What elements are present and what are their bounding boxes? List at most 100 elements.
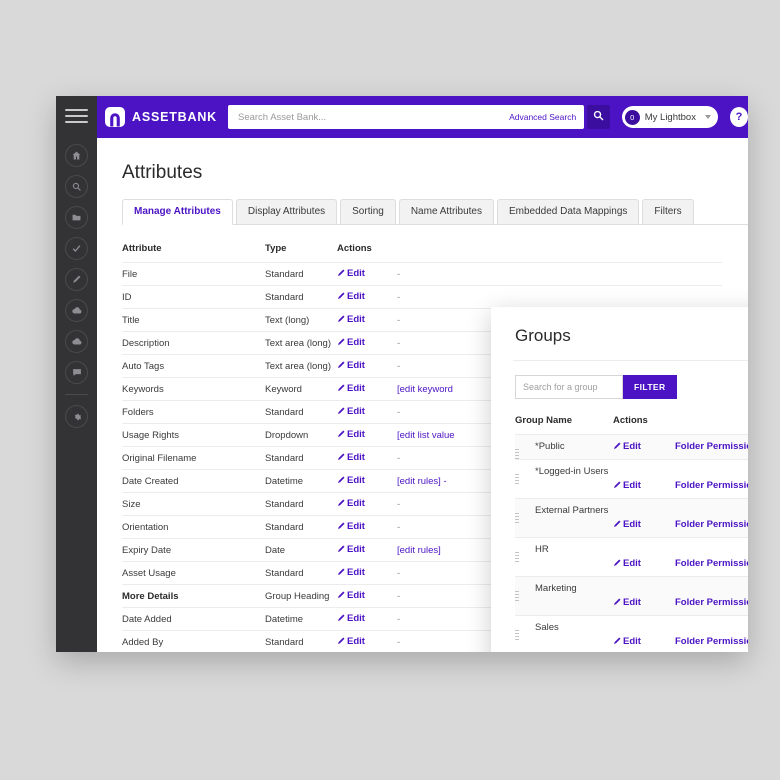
drag-handle-icon[interactable]: [515, 513, 519, 526]
edit-link[interactable]: Edit: [347, 268, 365, 279]
attribute-name: Date Created: [122, 469, 265, 493]
brand-name: ASSETBANK: [132, 110, 217, 124]
folder-permissions-link[interactable]: Folder Permissions: [675, 480, 748, 491]
drag-handle-icon[interactable]: [515, 552, 519, 565]
edit-link[interactable]: Edit: [347, 314, 365, 325]
search-submit-button[interactable]: [587, 105, 610, 129]
edit-link[interactable]: Edit: [347, 337, 365, 348]
edit-action[interactable]: Edit: [337, 262, 397, 286]
drag-handle-icon[interactable]: [515, 591, 519, 604]
groups-modal-title: Groups: [515, 326, 571, 345]
sidebar-item-search[interactable]: [56, 171, 97, 202]
sidebar-item-downloads[interactable]: [56, 295, 97, 326]
edit-action[interactable]: Edit: [337, 331, 397, 355]
sidebar-item-edit[interactable]: [56, 264, 97, 295]
edit-action[interactable]: Edit: [337, 584, 397, 608]
edit-action[interactable]: Edit: [337, 400, 397, 424]
edit-link[interactable]: Edit: [347, 636, 365, 647]
edit-link[interactable]: Edit: [347, 613, 365, 624]
edit-action[interactable]: Edit: [337, 515, 397, 539]
edit-link[interactable]: Edit: [347, 360, 365, 371]
group-edit-action[interactable]: Edit: [613, 480, 675, 492]
drag-handle-icon[interactable]: [515, 474, 519, 487]
group-edit-action[interactable]: Edit: [613, 558, 675, 570]
group-row: External PartnersEditFolder PermissionsA…: [515, 498, 748, 538]
folder-permissions-link[interactable]: Folder Permissions: [675, 636, 748, 647]
sidebar-item-folders[interactable]: [56, 202, 97, 233]
attribute-type: Standard: [265, 630, 337, 652]
edit-link[interactable]: Edit: [347, 291, 365, 302]
edit-action[interactable]: Edit: [337, 469, 397, 493]
edit-action[interactable]: Edit: [337, 561, 397, 585]
pencil-icon: [613, 559, 621, 570]
edit-link[interactable]: Edit: [347, 406, 365, 417]
chat-icon: [65, 361, 88, 384]
group-row: *PublicEditFolder PermissionsAtt: [515, 434, 748, 460]
tab-embedded-data-mappings[interactable]: Embedded Data Mappings: [496, 199, 640, 224]
folder-permissions-link[interactable]: Folder Permissions: [675, 519, 748, 530]
help-button[interactable]: ?: [729, 107, 748, 127]
sidebar-item-uploads[interactable]: [56, 326, 97, 357]
browser-window: ASSETBANK Advanced Search 0 My Lightbox …: [56, 96, 748, 652]
group-edit-action[interactable]: Edit: [613, 441, 675, 453]
group-edit-action[interactable]: Edit: [613, 519, 675, 531]
group-search-input[interactable]: [515, 375, 623, 399]
edit-action[interactable]: Edit: [337, 607, 397, 631]
pencil-icon: [613, 637, 621, 648]
advanced-search-link[interactable]: Advanced Search: [509, 112, 576, 122]
search-icon: [65, 175, 88, 198]
pencil-icon: [337, 568, 345, 579]
edit-action[interactable]: Edit: [337, 377, 397, 401]
edit-action[interactable]: Edit: [337, 423, 397, 447]
edit-link[interactable]: Edit: [347, 544, 365, 555]
folder-permissions-link[interactable]: Folder Permissions: [675, 597, 748, 608]
hamburger-icon[interactable]: [65, 109, 88, 123]
edit-action[interactable]: Edit: [337, 308, 397, 332]
group-row: HREditFolder PermissionsAttAss: [515, 537, 748, 577]
filter-button[interactable]: FILTER: [623, 375, 677, 399]
edit-action[interactable]: Edit: [337, 285, 397, 309]
tab-sorting[interactable]: Sorting: [340, 199, 396, 224]
edit-link[interactable]: Edit: [347, 498, 365, 509]
edit-action[interactable]: Edit: [337, 630, 397, 652]
group-edit-action[interactable]: Edit: [613, 636, 675, 648]
tab-filters[interactable]: Filters: [642, 199, 694, 224]
pencil-icon: [613, 520, 621, 531]
edit-action[interactable]: Edit: [337, 354, 397, 378]
table-row: File Standard Edit -: [122, 262, 722, 286]
column-header-group-name: Group Name: [515, 415, 573, 426]
search-input[interactable]: [235, 110, 540, 124]
group-name: HR: [515, 537, 613, 577]
edit-action[interactable]: Edit: [337, 492, 397, 516]
sidebar-item-approvals[interactable]: [56, 233, 97, 264]
edit-action[interactable]: Edit: [337, 538, 397, 562]
edit-link[interactable]: Edit: [347, 590, 365, 601]
sidebar-item-messages[interactable]: [56, 357, 97, 388]
folder-permissions-link[interactable]: Folder Permissions: [675, 441, 748, 452]
edit-link[interactable]: Edit: [347, 383, 365, 394]
chevron-down-icon: [704, 115, 711, 119]
edit-link[interactable]: Edit: [347, 452, 365, 463]
table-row: ID Standard Edit -: [122, 285, 722, 309]
attribute-type: Text area (long): [265, 331, 337, 355]
sidebar-item-home[interactable]: [56, 140, 97, 171]
sidebar-item-settings[interactable]: [56, 401, 97, 432]
tab-manage-attributes[interactable]: Manage Attributes: [122, 199, 233, 225]
group-row: *Logged-in UsersEditFolder PermissionsAt…: [515, 459, 748, 499]
tab-display-attributes[interactable]: Display Attributes: [235, 199, 338, 224]
edit-action[interactable]: Edit: [337, 446, 397, 470]
drag-handle-icon[interactable]: [515, 630, 519, 643]
folder-permissions-link[interactable]: Folder Permissions: [675, 558, 748, 569]
group-name: Sales: [515, 615, 613, 652]
brand[interactable]: ASSETBANK: [105, 107, 217, 127]
column-header-attribute: Attribute: [122, 243, 162, 254]
group-edit-action[interactable]: Edit: [613, 597, 675, 609]
lightbox-dropdown[interactable]: 0 My Lightbox: [621, 106, 718, 128]
attribute-name: ID: [122, 285, 265, 309]
edit-link[interactable]: Edit: [347, 521, 365, 532]
edit-link[interactable]: Edit: [347, 429, 365, 440]
tab-name-attributes[interactable]: Name Attributes: [398, 199, 494, 224]
edit-link[interactable]: Edit: [347, 567, 365, 578]
attribute-name: Usage Rights: [122, 423, 265, 447]
edit-link[interactable]: Edit: [347, 475, 365, 486]
